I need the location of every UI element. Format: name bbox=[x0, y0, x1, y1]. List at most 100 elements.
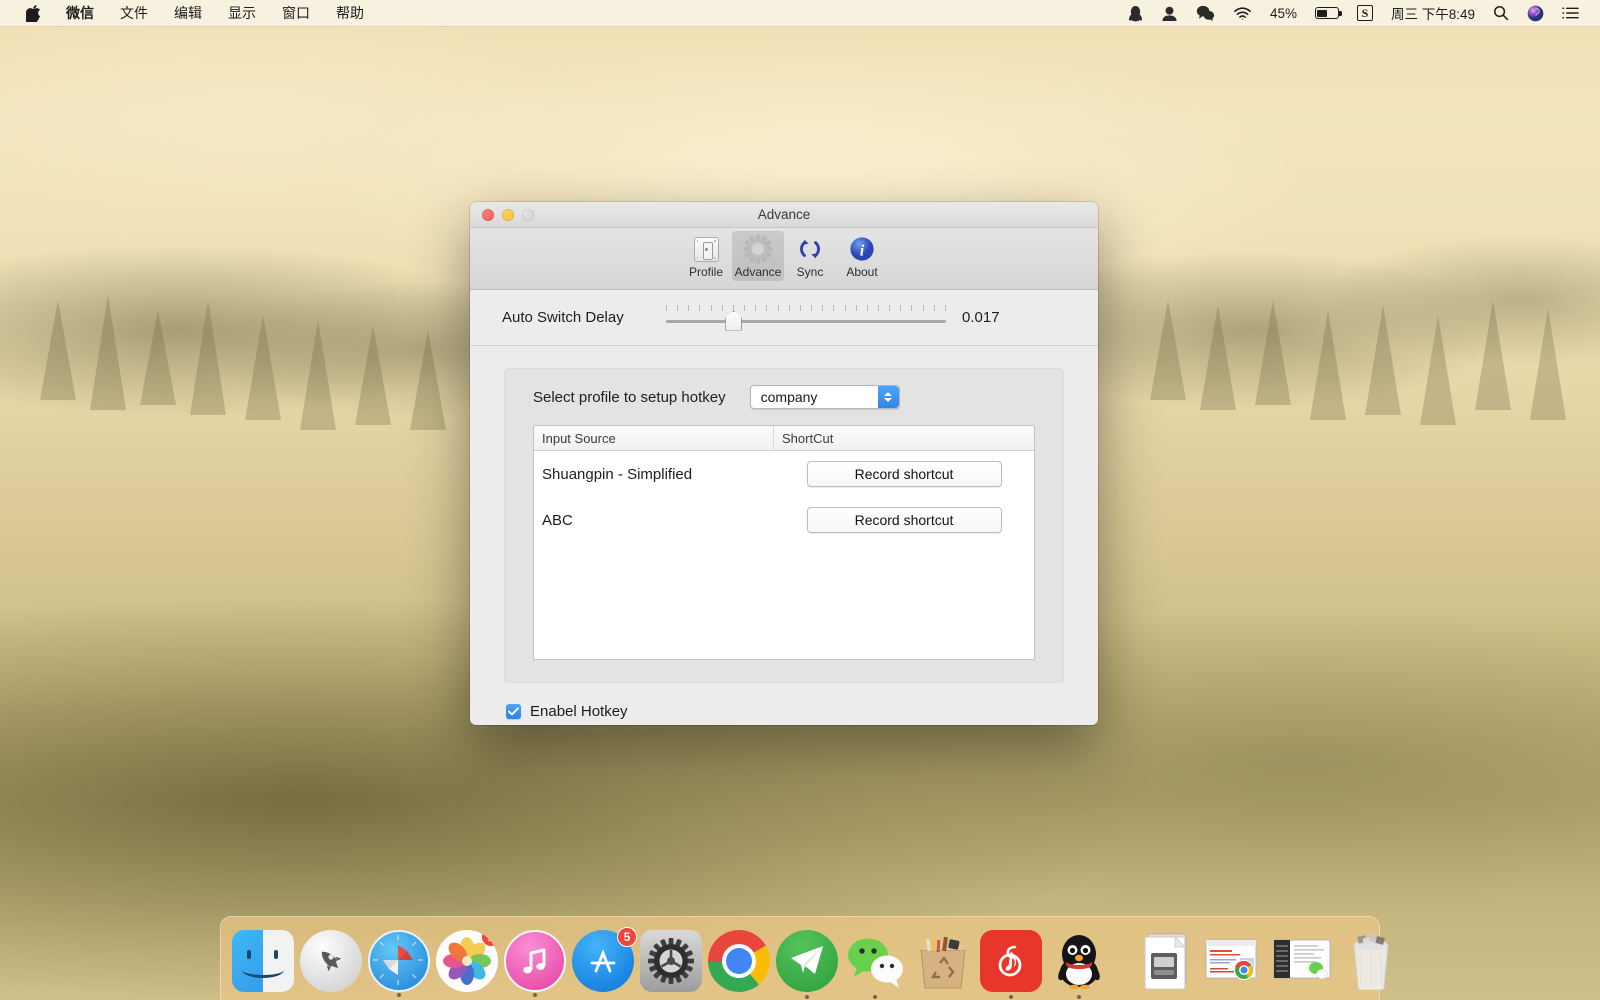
dock-badge: 5 bbox=[617, 927, 637, 947]
dock-running-indicator bbox=[1009, 995, 1013, 999]
dock-item-launchpad[interactable] bbox=[300, 930, 362, 992]
window-traffic-lights bbox=[482, 209, 534, 221]
spotlight-search-icon[interactable] bbox=[1484, 0, 1518, 26]
slider-tick bbox=[889, 304, 891, 311]
battery-percent-label: 45% bbox=[1269, 5, 1297, 21]
slider-tick bbox=[777, 304, 779, 311]
zoom-button[interactable] bbox=[522, 209, 534, 221]
slider-tick bbox=[699, 304, 701, 311]
input-method-label: S bbox=[1356, 5, 1373, 21]
siri-icon[interactable] bbox=[1518, 0, 1553, 26]
menu-bar-clock[interactable]: 周三 下午8:49 bbox=[1382, 0, 1484, 26]
slider-tick bbox=[911, 304, 913, 311]
close-button[interactable] bbox=[482, 209, 494, 221]
sogou-input-icon[interactable]: S bbox=[1348, 0, 1382, 26]
slider-thumb[interactable] bbox=[725, 310, 743, 331]
slider-tick bbox=[933, 304, 935, 311]
menu-bar-status-items: 45% S 周三 下午8:49 bbox=[1119, 0, 1600, 26]
toolbar-tab-about[interactable]: i About bbox=[836, 231, 888, 281]
dock-running-indicator bbox=[873, 995, 877, 999]
toolbar-tab-advance[interactable]: Advance bbox=[732, 231, 784, 281]
sync-arrows-icon bbox=[795, 234, 825, 264]
table-row[interactable]: Shuangpin - Simplified Record shortcut bbox=[534, 451, 1034, 497]
window-content: Auto Switch Delay 0.017 Select profile t… bbox=[470, 290, 1098, 720]
battery-icon[interactable] bbox=[1306, 0, 1348, 26]
dock-minimized-document[interactable] bbox=[1136, 930, 1198, 992]
info-circle-icon: i bbox=[847, 234, 877, 264]
slider-tick bbox=[721, 304, 723, 311]
wechat-icon[interactable] bbox=[1187, 0, 1224, 26]
toolbar-tab-profile[interactable]: Profile bbox=[680, 231, 732, 281]
menu-item-window[interactable]: 窗口 bbox=[269, 0, 323, 26]
wifi-icon[interactable] bbox=[1224, 0, 1261, 26]
dock-item-trash[interactable] bbox=[1340, 930, 1402, 992]
shortcut-cell: Record shortcut bbox=[774, 507, 1034, 533]
table-row[interactable]: ABC Record shortcut bbox=[534, 497, 1034, 543]
dock-item-telegram[interactable] bbox=[776, 930, 838, 999]
dock-running-indicator bbox=[805, 995, 809, 999]
slider-tick bbox=[710, 304, 712, 311]
slider-tick bbox=[811, 304, 813, 311]
slider-tick bbox=[866, 304, 868, 311]
menu-bar-left: 微信 文件 编辑 显示 窗口 帮助 bbox=[0, 0, 377, 26]
dock-item-photos[interactable]: 1 bbox=[436, 930, 498, 992]
slider-tick bbox=[732, 304, 734, 311]
slider-tick bbox=[855, 304, 857, 311]
window-title: Advance bbox=[757, 207, 811, 222]
advance-settings-window: Advance Profile Advance Sync i About Aut… bbox=[470, 202, 1098, 725]
toolbar-tab-sync[interactable]: Sync bbox=[784, 231, 836, 281]
auto-switch-delay-row: Auto Switch Delay 0.017 bbox=[470, 290, 1098, 346]
dock-running-indicator bbox=[397, 993, 401, 997]
user-silhouette-icon[interactable] bbox=[1152, 0, 1187, 26]
slider-tick-marks bbox=[666, 304, 946, 312]
dock-item-wechat[interactable] bbox=[844, 930, 906, 999]
slider-tick bbox=[788, 304, 790, 311]
menu-item-wechat[interactable]: 微信 bbox=[53, 0, 107, 26]
hotkey-panel: Select profile to setup hotkey company I… bbox=[504, 368, 1064, 683]
record-shortcut-button[interactable]: Record shortcut bbox=[806, 461, 1002, 487]
enable-hotkey-checkbox[interactable] bbox=[506, 704, 521, 719]
auto-switch-delay-slider[interactable] bbox=[666, 301, 946, 335]
slider-tick bbox=[799, 304, 801, 311]
column-header-input-source[interactable]: Input Source bbox=[534, 426, 774, 450]
dock-item-google-chrome[interactable] bbox=[708, 930, 770, 992]
dock-item-finder[interactable] bbox=[232, 930, 294, 992]
slider-tick bbox=[877, 304, 879, 311]
menu-item-view[interactable]: 显示 bbox=[215, 0, 269, 26]
minimize-button[interactable] bbox=[502, 209, 514, 221]
dock-item-itunes[interactable] bbox=[504, 930, 566, 997]
chevron-up-icon bbox=[884, 392, 893, 396]
enable-hotkey-row[interactable]: Enabel Hotkey bbox=[506, 703, 1098, 720]
window-toolbar: Profile Advance Sync i About bbox=[470, 228, 1098, 290]
qq-penguin-icon[interactable] bbox=[1119, 0, 1152, 26]
record-shortcut-button[interactable]: Record shortcut bbox=[806, 507, 1002, 533]
toolbar-tab-advance-label: Advance bbox=[734, 265, 782, 279]
dock-item-system-preferences[interactable] bbox=[640, 930, 702, 992]
auto-switch-delay-value: 0.017 bbox=[962, 309, 1000, 326]
menu-item-file[interactable]: 文件 bbox=[107, 0, 161, 26]
dock-item-recycle-bag[interactable] bbox=[912, 930, 974, 992]
dock-item-app-store[interactable]: 5 bbox=[572, 927, 637, 992]
slider-track[interactable] bbox=[666, 319, 946, 323]
dock-item-safari[interactable] bbox=[368, 930, 430, 997]
menu-item-help[interactable]: 帮助 bbox=[323, 0, 377, 26]
table-header-row: Input Source ShortCut bbox=[534, 426, 1034, 451]
slider-tick bbox=[744, 304, 746, 311]
dock-item-netease-music[interactable]: ♪ bbox=[980, 930, 1042, 999]
shortcut-cell: Record shortcut bbox=[774, 461, 1034, 487]
dock-minimized-chrome-window[interactable] bbox=[1204, 930, 1266, 992]
profile-select-stepper[interactable] bbox=[877, 386, 899, 408]
toolbar-tab-sync-label: Sync bbox=[796, 265, 824, 279]
apple-logo-icon[interactable] bbox=[14, 0, 53, 26]
profile-select-dropdown[interactable]: company bbox=[749, 385, 900, 409]
notification-center-icon[interactable] bbox=[1553, 0, 1588, 26]
dock-item-qq[interactable] bbox=[1048, 930, 1110, 999]
menu-item-edit[interactable]: 编辑 bbox=[161, 0, 215, 26]
slider-tick bbox=[755, 304, 757, 311]
slider-tick bbox=[922, 304, 924, 311]
toolbar-tab-profile-label: Profile bbox=[688, 265, 723, 279]
column-header-shortcut[interactable]: ShortCut bbox=[774, 426, 1034, 450]
profile-select-value: company bbox=[760, 389, 818, 405]
dock-minimized-wechat-window[interactable] bbox=[1272, 930, 1334, 992]
slider-tick bbox=[900, 304, 902, 311]
